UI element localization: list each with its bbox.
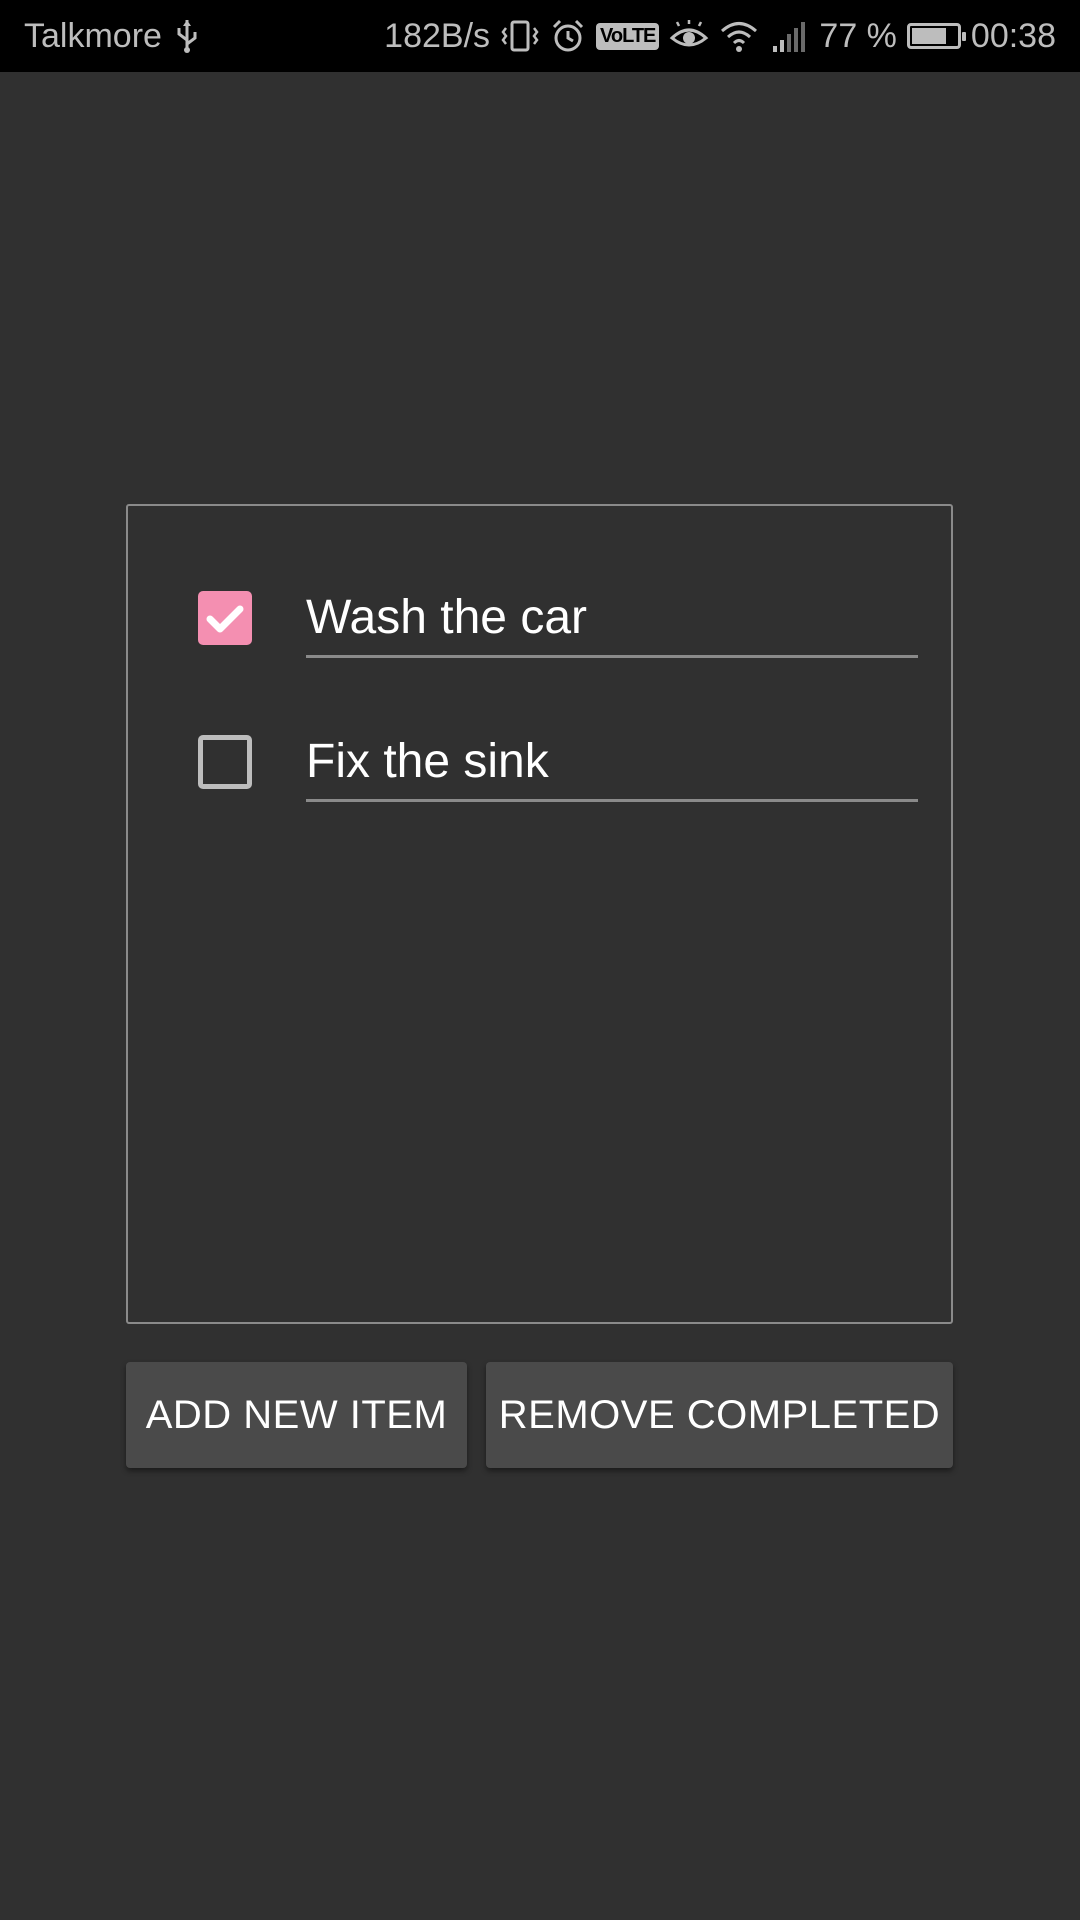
add-new-item-button[interactable]: ADD NEW ITEM [126,1362,467,1468]
vibrate-icon [500,18,540,54]
usb-icon [174,18,200,54]
item-checkbox-checked[interactable] [198,591,252,645]
item-underline [306,799,918,802]
item-checkbox-unchecked[interactable] [198,735,252,789]
todo-list: Wash the car Fix the sink [126,504,953,1324]
checkmark-icon [206,605,244,633]
item-underline [306,655,918,658]
battery-percent: 77 % [819,16,897,55]
eye-comfort-icon [669,18,709,54]
item-text-field[interactable]: Fix the sink [306,732,916,792]
remove-completed-button[interactable]: REMOVE COMPLETED [486,1362,953,1468]
signal-icon [769,18,809,54]
wifi-icon [719,18,759,54]
volte-icon: VoLTE [596,22,660,50]
status-bar: Talkmore 182B/s VoLTE 77 % 00:38 [0,0,1080,72]
alarm-icon [550,18,586,54]
list-item: Wash the car [128,570,951,670]
item-text-field[interactable]: Wash the car [306,588,916,648]
carrier-name: Talkmore [24,16,162,55]
battery-icon [906,23,966,49]
list-item: Fix the sink [128,714,951,814]
clock: 00:38 [970,16,1056,55]
network-speed: 182B/s [384,16,491,55]
